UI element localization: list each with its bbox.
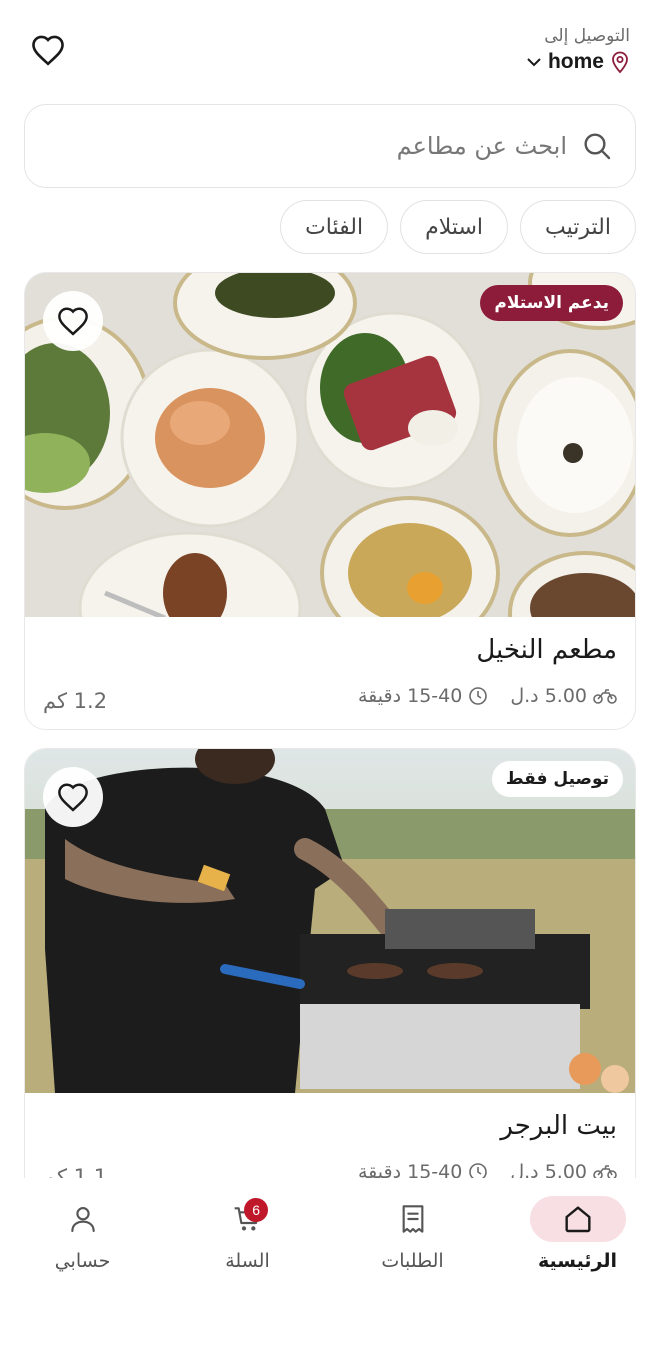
search-icon <box>584 133 611 160</box>
delivery-time-value: 15-40 دقيقة <box>357 685 463 707</box>
search-placeholder: ابحث عن مطاعم <box>396 132 567 160</box>
heart-icon <box>58 307 88 336</box>
cart-count-badge: 6 <box>244 1198 269 1222</box>
delivery-time: 15-40 دقيقة <box>358 685 488 707</box>
nav-account-label: حسابي <box>54 1250 111 1272</box>
nav-account[interactable]: حسابي <box>0 1196 165 1296</box>
address-selector[interactable]: home <box>526 50 630 74</box>
bottom-navigation: الرئيسية الطلبات 6 السلة حسابي <box>0 1196 660 1296</box>
filter-categories[interactable]: الفئات <box>280 200 389 254</box>
favorite-button[interactable] <box>43 767 103 827</box>
restaurant-name: مطعم النخيل <box>476 635 617 665</box>
delivery-fee-value: 5.00 د.ل <box>510 685 587 707</box>
distance: 1.2 كم <box>43 689 108 713</box>
nav-home-label: الرئيسية <box>538 1250 617 1272</box>
filter-pickup[interactable]: استلام <box>400 200 509 254</box>
delivery-location[interactable]: التوصيل إلى home <box>526 26 630 74</box>
clock-icon <box>469 687 488 705</box>
nav-home[interactable]: الرئيسية <box>495 1196 660 1296</box>
grill-chef-photo <box>25 749 635 1093</box>
address-value: home <box>547 50 604 73</box>
restaurant-name: بيت البرجر <box>500 1111 617 1141</box>
location-pin-icon <box>612 51 628 74</box>
nav-orders-icon-wrap <box>365 1196 461 1242</box>
restaurant-meta: 5.00 د.ل 15-40 دقيقة 1.2 كم <box>43 685 617 713</box>
heart-icon <box>58 783 88 812</box>
pickup-badge: يدعم الاستلام <box>480 285 623 321</box>
nav-account-icon-wrap <box>35 1196 131 1242</box>
filter-sort[interactable]: الترتيب <box>520 200 636 254</box>
restaurant-image: يدعم الاستلام <box>25 273 635 617</box>
delivery-fee: 5.00 د.ل <box>510 685 617 707</box>
nav-home-icon-wrap <box>529 1196 626 1242</box>
restaurant-card[interactable]: يدعم الاستلام مطعم النخيل 5.00 د.ل 15-40… <box>24 272 636 730</box>
filter-chips: الترتيب استلام الفئات <box>280 200 636 254</box>
restaurant-info: مطعم النخيل 5.00 د.ل 15-40 دقيقة 1.2 كم <box>25 617 635 729</box>
nav-cart-label: السلة <box>225 1250 270 1272</box>
restaurant-image: توصيل فقط <box>25 749 635 1093</box>
mezze-food-photo <box>25 273 635 617</box>
search-input[interactable]: ابحث عن مطاعم <box>24 104 636 188</box>
motorbike-icon <box>593 689 617 704</box>
nav-orders[interactable]: الطلبات <box>330 1196 495 1296</box>
restaurant-card[interactable]: توصيل فقط بيت البرجر 5.00 د.ل 15-40 دقيق… <box>24 748 636 1206</box>
user-icon <box>70 1207 95 1233</box>
nav-cart[interactable]: 6 السلة <box>165 1196 330 1296</box>
favorite-button[interactable] <box>43 291 103 351</box>
chevron-down-icon <box>527 58 541 67</box>
receipt-icon <box>402 1205 423 1233</box>
heart-icon <box>32 35 64 66</box>
favorites-button[interactable] <box>26 30 70 70</box>
delivery-only-badge: توصيل فقط <box>491 761 623 797</box>
home-icon <box>564 1206 591 1233</box>
delivery-label: التوصيل إلى <box>544 26 630 46</box>
nav-orders-label: الطلبات <box>381 1250 444 1272</box>
app-header: التوصيل إلى home <box>0 0 660 100</box>
